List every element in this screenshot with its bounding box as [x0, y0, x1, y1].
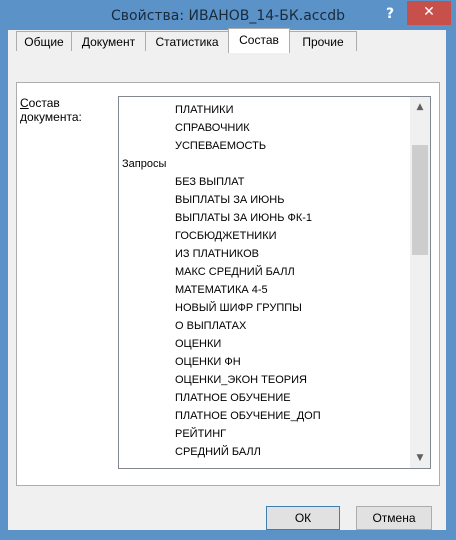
- list-item[interactable]: ПЛАТНИКИ: [175, 101, 234, 119]
- tab-strip: Общие Документ Статистика Состав Прочие: [16, 28, 376, 53]
- list-item[interactable]: ВЫПЛАТЫ ЗА ИЮНЬ ФК-1: [175, 209, 312, 227]
- list-item[interactable]: МАКС СРЕДНИЙ БАЛЛ: [175, 263, 295, 281]
- list-item[interactable]: ГОСБЮДЖЕТНИКИ: [175, 227, 277, 245]
- tab-document[interactable]: Документ: [71, 31, 146, 51]
- list-item[interactable]: ОЦЕНКИ ФН: [175, 353, 241, 371]
- list-scrollbar[interactable]: ▲ ▼: [410, 97, 430, 468]
- tab-general[interactable]: Общие: [16, 31, 72, 51]
- document-contents-list[interactable]: ПЛАТНИКИ СПРАВОЧНИК УСПЕВАЕМОСТЬ Запросы БЕЗ…: [118, 96, 431, 469]
- label-text: остав: [28, 96, 60, 110]
- list-item[interactable]: ПЛАТНОЕ ОБУЧЕНИЕ_ДОП: [175, 407, 321, 425]
- list-item[interactable]: ВЫПЛАТЫ ЗА ИЮНЬ: [175, 191, 284, 209]
- list-item[interactable]: РЕЙТИНГ: [175, 425, 226, 443]
- tab-other[interactable]: Прочие: [289, 31, 357, 51]
- document-contents-label: Состав документа:: [20, 96, 110, 124]
- list-item[interactable]: ОЦЕНКИ_ЭКОН ТЕОРИЯ: [175, 371, 307, 389]
- list-item[interactable]: О ВЫПЛАТАХ: [175, 317, 246, 335]
- list-item[interactable]: УСПЕВАЕМОСТЬ: [175, 137, 266, 155]
- list-item[interactable]: НОВЫЙ ШИФР ГРУППЫ: [175, 299, 302, 317]
- label-text-line2: документа:: [20, 110, 82, 124]
- list-item[interactable]: СПРАВОЧНИК: [175, 119, 250, 137]
- scroll-up-icon[interactable]: ▲: [410, 97, 430, 117]
- list-item[interactable]: БЕЗ ВЫПЛАТ: [175, 173, 244, 191]
- scroll-thumb[interactable]: [412, 145, 428, 255]
- tab-statistics[interactable]: Статистика: [145, 31, 229, 51]
- list-item[interactable]: МАТЕМАТИКА 4-5: [175, 281, 268, 299]
- list-item[interactable]: ПЛАТНОЕ ОБУЧЕНИЕ: [175, 389, 291, 407]
- list-item[interactable]: СРЕДНИЙ БАЛЛ: [175, 443, 261, 461]
- list-item[interactable]: ОЦЕНКИ: [175, 335, 221, 353]
- list-item[interactable]: ИЗ ПЛАТНИКОВ: [175, 245, 259, 263]
- list-group-header[interactable]: Запросы: [122, 155, 166, 173]
- cancel-button[interactable]: Отмена: [356, 506, 432, 530]
- close-button[interactable]: ✕: [407, 1, 451, 25]
- label-accelerator: С: [20, 96, 29, 110]
- help-button[interactable]: ?: [377, 1, 403, 27]
- title-bar[interactable]: Свойства: ИВАНОВ_14-БК.accdb ? ✕: [1, 1, 455, 31]
- tab-contents[interactable]: Состав: [228, 28, 290, 53]
- scroll-down-icon[interactable]: ▼: [410, 448, 430, 468]
- ok-button[interactable]: ОК: [266, 506, 340, 530]
